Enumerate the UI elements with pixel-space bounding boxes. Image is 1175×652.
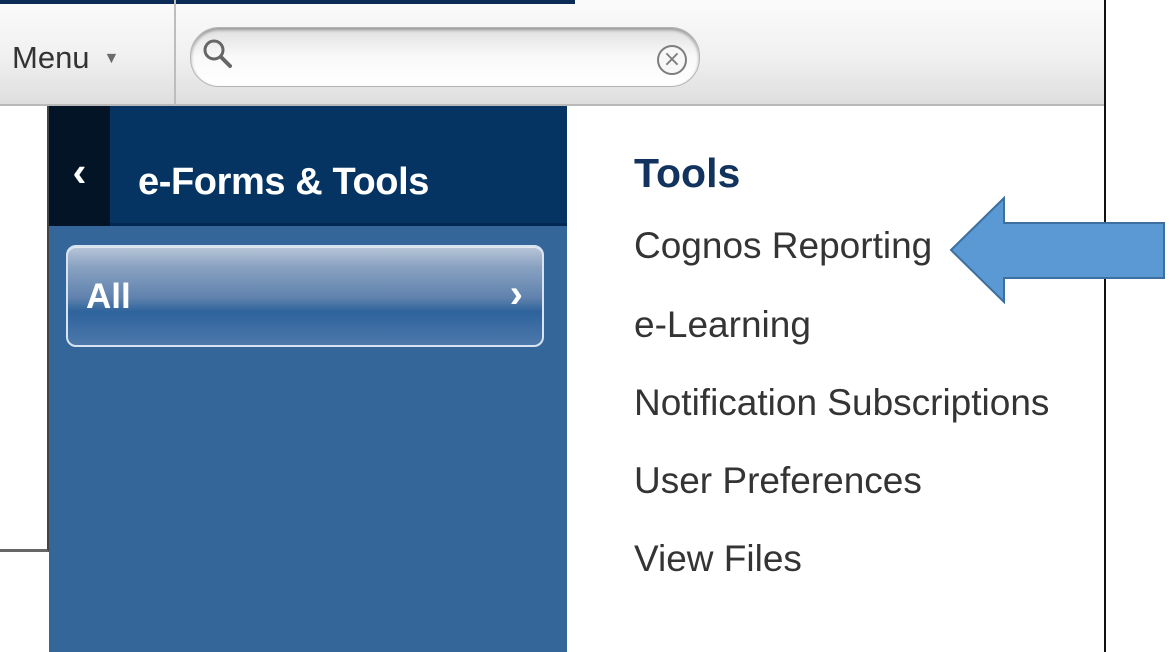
chevron-right-icon: › xyxy=(509,272,523,316)
toolbar-accent-line xyxy=(0,0,575,4)
search-box[interactable]: × xyxy=(190,27,700,87)
clear-icon[interactable]: × xyxy=(657,45,687,75)
user-preferences-link[interactable]: User Preferences xyxy=(634,462,922,499)
menu-button[interactable]: Menu ▼ xyxy=(0,36,119,78)
screenshot-canvas: Menu ▼ × ‹ e-Forms & Tools All › Tools C… xyxy=(0,0,1175,652)
top-toolbar: Menu ▼ × xyxy=(0,0,1104,106)
notification-subscriptions-link[interactable]: Notification Subscriptions xyxy=(634,384,1049,421)
dropdown-caret-icon: ▼ xyxy=(103,50,120,67)
navigation-header: ‹ e-Forms & Tools xyxy=(49,106,567,226)
all-category-label: All xyxy=(86,277,131,316)
view-files-link[interactable]: View Files xyxy=(634,540,802,577)
navigation-title: e-Forms & Tools xyxy=(138,161,429,203)
tools-heading: Tools xyxy=(634,150,741,196)
navigation-panel: ‹ e-Forms & Tools All › xyxy=(49,106,567,652)
search-input[interactable] xyxy=(239,36,633,78)
e-learning-link[interactable]: e-Learning xyxy=(634,306,811,343)
left-white-panel xyxy=(0,106,49,552)
left-arrow-icon xyxy=(949,195,1165,305)
toolbar-divider xyxy=(174,0,176,106)
tools-panel: Tools Cognos Reporting e-Learning Notifi… xyxy=(567,106,1104,652)
menu-label: Menu xyxy=(12,39,90,75)
search-icon xyxy=(203,39,232,68)
cognos-reporting-link[interactable]: Cognos Reporting xyxy=(634,227,932,264)
chevron-left-icon: ‹ xyxy=(72,148,87,195)
app-window: Menu ▼ × ‹ e-Forms & Tools All › Tools C… xyxy=(0,0,1106,652)
all-category-button[interactable]: All › xyxy=(66,245,544,347)
back-button[interactable]: ‹ xyxy=(49,106,110,226)
